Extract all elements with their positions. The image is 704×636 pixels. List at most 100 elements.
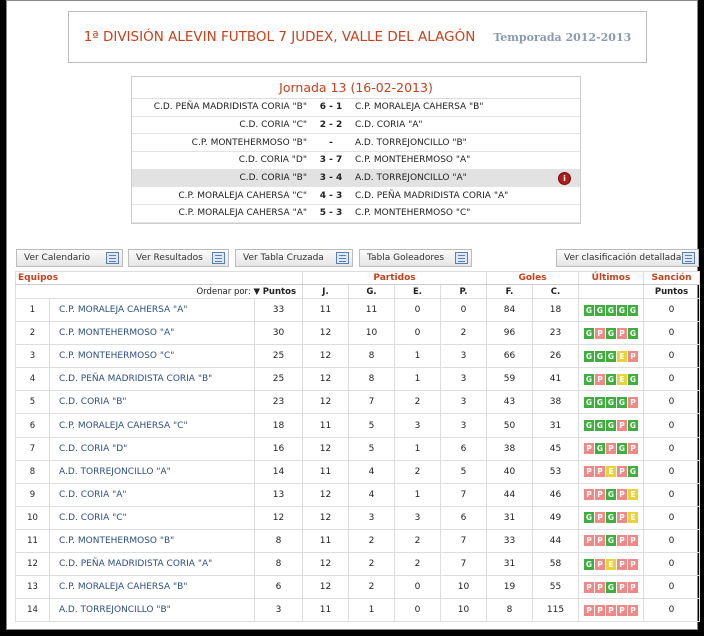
home-team: C.D. CORIA "C"	[239, 120, 307, 131]
sanction-points-cell: 0	[643, 413, 700, 438]
team-link[interactable]: C.D. CORIA "B"	[59, 397, 127, 407]
result-badge: G	[628, 304, 638, 316]
team-link[interactable]: C.P. MORALEJA CAHERSA "C"	[59, 421, 188, 431]
view-calendar-button[interactable]: Ver Calendario	[16, 249, 123, 267]
team-link[interactable]: C.P. MORALEJA CAHERSA "B"	[59, 582, 188, 592]
team-link[interactable]: C.D. CORIA "C"	[59, 513, 127, 523]
view-results-button[interactable]: Ver Resultados	[128, 249, 229, 267]
result-badge: G	[584, 396, 594, 408]
team-link[interactable]: A.D. TORREJONCILLO "A"	[59, 467, 171, 477]
won-cell: 11	[348, 297, 395, 323]
position-cell: 10	[15, 505, 50, 530]
goals-for-cell: 84	[486, 297, 533, 323]
result-badge: G	[628, 327, 638, 339]
lost-column-header: P.	[440, 284, 487, 299]
result-badge: P	[628, 535, 638, 547]
round-title: Jornada 13 (16-02-2013)	[132, 77, 580, 99]
sanction-points-cell: 0	[643, 436, 700, 461]
match-score: -	[329, 137, 333, 148]
sanction-points-cell: 0	[643, 367, 700, 392]
team-link[interactable]: A.D. TORREJONCILLO "B"	[59, 605, 171, 615]
goals-for-cell: 31	[486, 505, 533, 530]
team-name-cell: C.D. CORIA "A"	[49, 482, 255, 507]
position-cell: 8	[15, 459, 50, 484]
match-row[interactable]: C.D. PEÑA MADRIDISTA CORIA "B" 6 - 1 C.P. …	[132, 99, 580, 117]
match-row[interactable]: C.P. MORALEJA CAHERSA "C" 4 - 3 C.D. PEÑA …	[132, 187, 580, 206]
result-badge: G	[584, 512, 594, 524]
sanction-group-header: Sanción	[643, 271, 700, 285]
result-badge: G	[595, 420, 605, 432]
results-icon	[212, 252, 225, 264]
match-row[interactable]: C.P. MORALEJA CAHERSA "A" 5 - 3 C.P. MONTE…	[132, 205, 580, 223]
team-name-cell: C.D. CORIA "C"	[49, 505, 255, 530]
sanction-points-column-header: Puntos	[643, 284, 700, 299]
last-results-cell: GPGPE	[578, 505, 644, 530]
lost-cell: 10	[440, 598, 487, 623]
result-badge: P	[606, 604, 616, 616]
match-list: C.D. PEÑA MADRIDISTA CORIA "B" 6 - 1 C.P. …	[132, 99, 580, 223]
result-badge: P	[595, 512, 605, 524]
result-badge: G	[595, 350, 605, 362]
standings-row: 12 C.D. PEÑA MADRIDISTA CORIA "A" 8 12 2 2 7 31…	[15, 552, 700, 577]
won-cell: 7	[348, 390, 395, 415]
team-name-cell: C.P. MONTEHERMOSO "C"	[49, 344, 255, 369]
position-cell: 2	[15, 321, 50, 346]
result-badge: G	[606, 581, 616, 593]
result-badge: P	[617, 535, 627, 547]
result-badge: P	[595, 466, 605, 478]
result-badge: P	[584, 489, 594, 501]
team-link[interactable]: C.D. PEÑA MADRIDISTA CORIA "A"	[59, 559, 212, 569]
match-row[interactable]: C.P. MONTEHERMOSO "B" - A.D. TORREJONCILLO…	[132, 134, 580, 153]
played-cell: 12	[302, 436, 349, 461]
scorers-icon	[455, 252, 468, 264]
won-cell: 5	[348, 436, 395, 461]
goals-for-cell: 96	[486, 321, 533, 346]
drawn-cell: 2	[394, 390, 441, 415]
won-cell: 2	[348, 575, 395, 600]
result-badge: P	[617, 558, 627, 570]
away-team: C.P. MORALEJA CAHERSA "B"	[355, 102, 484, 113]
team-link[interactable]: C.D. CORIA "A"	[59, 490, 127, 500]
played-cell: 12	[302, 482, 349, 507]
view-cross-table-button[interactable]: Ver Tabla Cruzada	[235, 249, 353, 267]
last-results-cell: GGGGP	[578, 390, 644, 415]
match-info-icon[interactable]: i	[559, 172, 570, 184]
team-link[interactable]: C.P. MONTEHERMOSO "C"	[59, 351, 174, 361]
team-link[interactable]: C.P. MONTEHERMOSO "B"	[59, 536, 174, 546]
result-badge: G	[584, 304, 594, 316]
team-link[interactable]: C.D. PEÑA MADRIDISTA CORIA "B"	[59, 374, 212, 384]
standings-table: Equipos Partidos Goles Últimos Sanción O…	[15, 271, 700, 623]
standings-row: 7 C.D. CORIA "D" 16 12 5 1 6 38 45 P G P G P 0	[15, 436, 700, 461]
lost-cell: 7	[440, 482, 487, 507]
played-cell: 11	[302, 598, 349, 623]
result-badge: G	[606, 373, 616, 385]
team-name-cell: C.P. MORALEJA CAHERSA "B"	[49, 575, 255, 600]
team-link[interactable]: C.P. MONTEHERMOSO "A"	[59, 328, 174, 338]
match-row[interactable]: C.D. CORIA "B" 3 - 4 A.D. TORREJONCILLO "A…	[132, 169, 580, 188]
match-row[interactable]: C.D. CORIA "D" 3 - 7 C.P. MONTEHERMOSO "A"	[132, 152, 580, 170]
won-cell: 4	[348, 459, 395, 484]
home-team: C.P. MORALEJA CAHERSA "A"	[178, 208, 307, 219]
drawn-cell: 0	[394, 598, 441, 623]
detailed-standings-button[interactable]: Ver clasificación detallada	[556, 249, 699, 267]
sanction-points-cell: 0	[643, 344, 700, 369]
scorers-table-button[interactable]: Tabla Goleadores	[359, 249, 472, 267]
played-cell: 12	[302, 575, 349, 600]
last-results-cell: GPGEG	[578, 367, 644, 392]
calendar-icon	[106, 252, 119, 264]
match-row[interactable]: C.D. CORIA "C" 2 - 2 C.D. CORIA "A"	[132, 117, 580, 135]
result-badge: P	[628, 350, 638, 362]
order-by-label: Ordenar por:	[196, 286, 251, 297]
last-results-cell: GPEPP	[578, 552, 644, 577]
points-cell: 30	[254, 321, 303, 346]
scorers-table-label: Tabla Goleadores	[367, 253, 445, 263]
position-cell: 12	[15, 552, 50, 577]
team-link[interactable]: C.P. MORALEJA CAHERSA "A"	[59, 305, 187, 315]
team-link[interactable]: C.D. CORIA "D"	[59, 444, 127, 454]
result-badge: P	[628, 396, 638, 408]
home-team: C.P. MORALEJA CAHERSA "C"	[178, 190, 307, 201]
home-team: C.D. CORIA "D"	[238, 155, 307, 166]
points-column-header[interactable]: Puntos	[263, 287, 296, 297]
drawn-cell: 2	[394, 528, 441, 554]
order-by-control[interactable]: Ordenar por: ▼ Puntos	[15, 284, 303, 299]
